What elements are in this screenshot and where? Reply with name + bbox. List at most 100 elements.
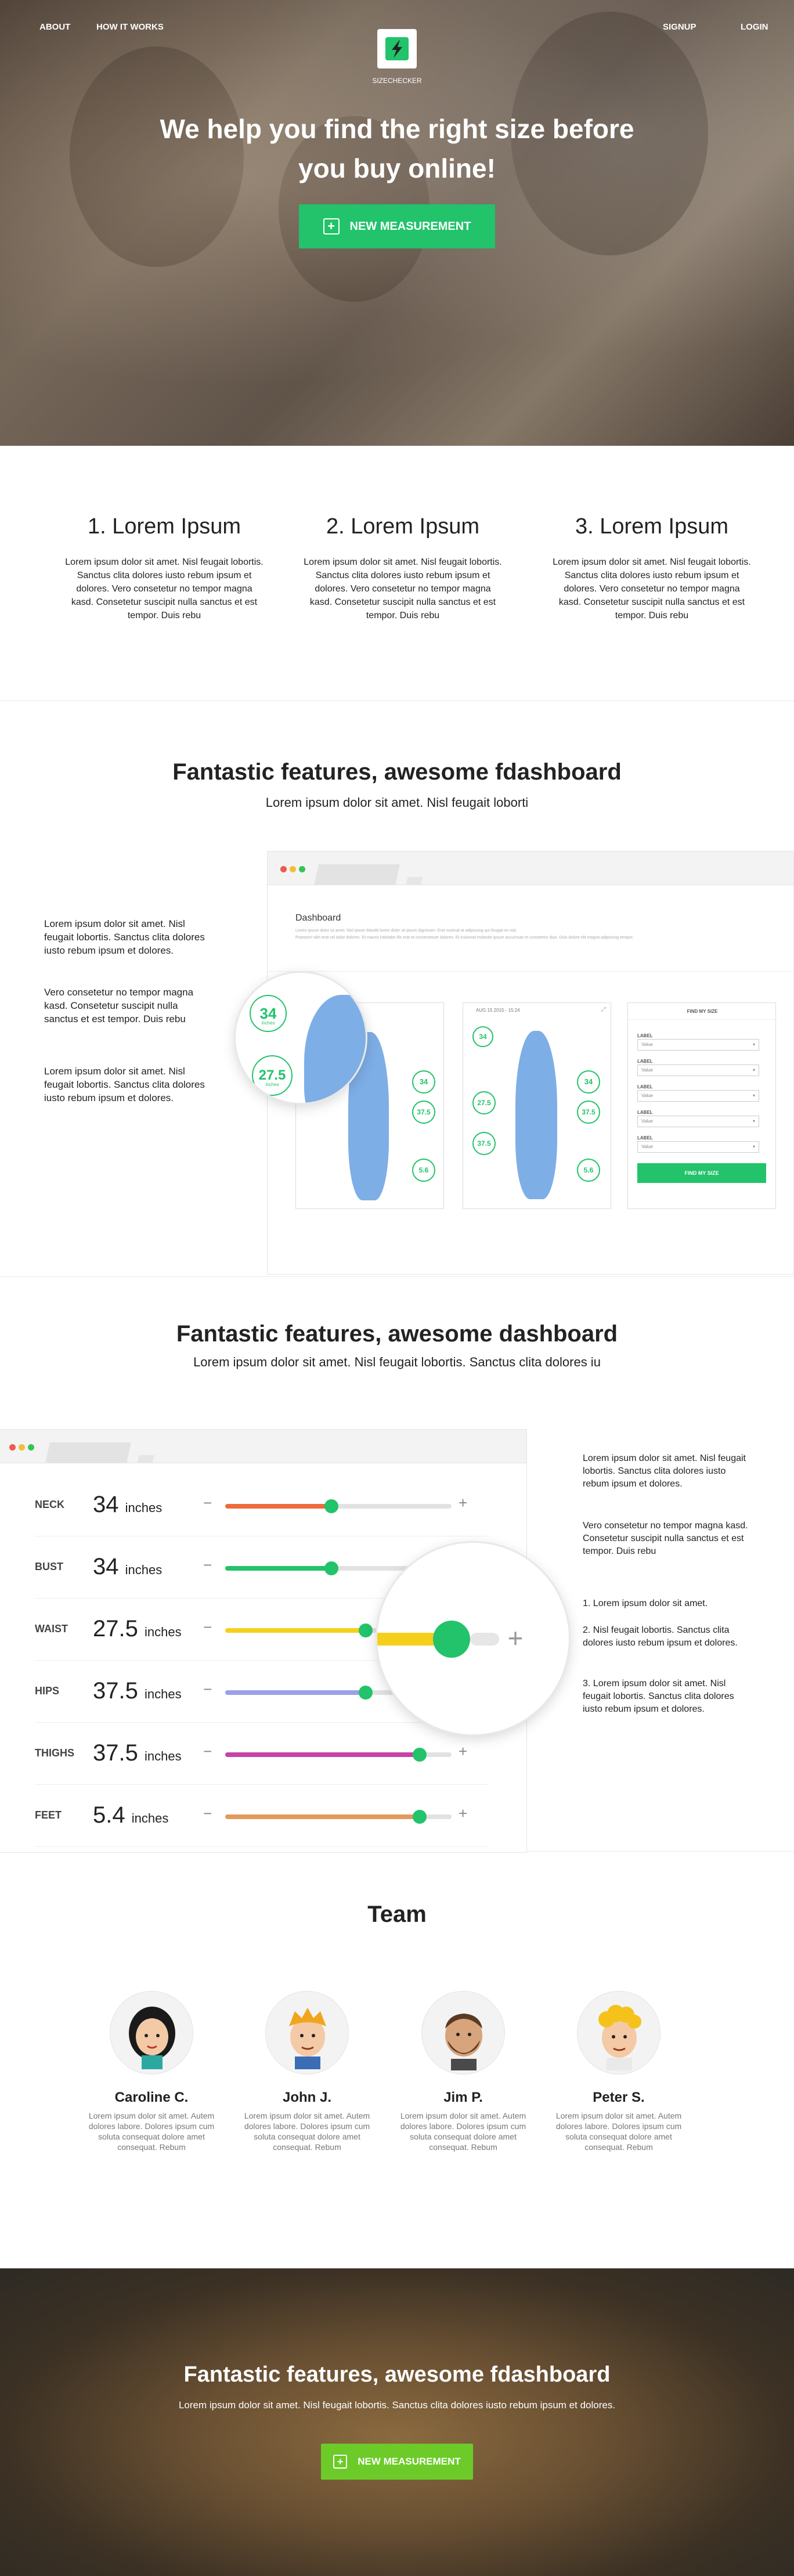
decrement-icon[interactable]: − [203,1494,212,1512]
select-value: Value [641,1119,653,1124]
step-item: 3. Lorem Ipsum Lorem ipsum dolor sit ame… [544,514,759,622]
unit-label: inches [265,1082,279,1087]
features-measurements-section: Fantastic features, awesome dashboard Lo… [0,1277,794,1853]
section-title: Fantastic features, awesome fdashboard [172,759,622,785]
slider-knob[interactable] [324,1499,339,1513]
zoomed-track [470,1633,499,1646]
measurement-label: FEET [35,1809,62,1821]
minimize-dot-icon [290,866,296,872]
measurement-unit: inches [125,1500,163,1515]
nav-about-link[interactable]: ABOUT [39,22,70,32]
measurement-unit: inches [144,1749,182,1763]
increment-icon[interactable]: + [459,1805,467,1823]
unit-label: inches [261,1020,275,1026]
measurement-label: THIGHS [35,1747,75,1759]
avatar-caroline [110,1991,193,2074]
find-my-size-panel: FIND MY SIZE LABEL Value ▾ LABEL Value ▾ L… [627,1002,777,1209]
avatar-jim [421,1991,505,2074]
lightning-logo-icon [385,37,409,60]
logo[interactable] [377,29,417,68]
increment-icon[interactable]: + [459,1494,467,1512]
slider-knob[interactable] [358,1623,373,1637]
measurement-slider[interactable] [225,1810,452,1824]
member-bio: Lorem ipsum dolor sit amet. Autem dolore… [244,2111,370,2152]
slider-fill [225,1504,332,1509]
find-my-size-button[interactable]: FIND MY SIZE [637,1163,766,1183]
zoomed-plus-icon[interactable]: + [498,1621,533,1655]
measurement-label: BUST [35,1561,63,1572]
slider-knob[interactable] [358,1686,373,1700]
size-select[interactable]: Value ▾ [637,1141,759,1153]
slider-knob[interactable] [413,1748,427,1762]
zoom-magnifier: 34 inches 27.5 inches [236,973,366,1103]
slider-fill [225,1752,420,1757]
feature-text: 3. Lorem ipsum dolor sit amet. Nisl feug… [583,1679,734,1714]
avatar-john [265,1991,349,2074]
measurement-slider[interactable] [225,1748,452,1762]
feature-text: 1. Lorem ipsum dolor sit amet. [583,1599,708,1608]
slider-knob[interactable] [413,1810,427,1824]
panel-title: FIND MY SIZE [687,1009,718,1014]
measurement-card[interactable]: AUG 15 2015 - 15:24 ⤢ 34 34 27.5 37.5 37… [463,1002,611,1209]
expand-icon[interactable]: ⤢ [601,1006,606,1013]
value-circle: 27.5 [472,1091,496,1114]
new-tab [406,877,423,885]
new-tab [137,1455,154,1463]
decrement-icon[interactable]: − [203,1680,212,1698]
features-dashboard-section: Fantastic features, awesome fdashboard L… [0,701,794,1277]
measurement-label: NECK [35,1499,65,1510]
team-member: John J. Lorem ipsum dolor sit amet. Aute… [240,1991,374,2152]
field-label: LABEL [637,1110,653,1115]
nav-how-it-works-link[interactable]: HOW IT WORKS [96,22,164,32]
size-select[interactable]: Value ▾ [637,1116,759,1127]
team-member: Peter S. Lorem ipsum dolor sit amet. Aut… [552,1991,685,2152]
maximize-dot-icon [28,1444,34,1451]
zoomed-slider-knob[interactable] [433,1621,470,1658]
member-name: Jim P. [443,2090,483,2105]
measurement-value: 5.4 inches [93,1802,168,1828]
measurement-number: 34 [93,1492,119,1517]
chevron-down-icon: ▾ [752,1042,755,1047]
brand-name: SIZECHECKER [372,77,422,85]
slider-fill [225,1566,332,1571]
size-select[interactable]: Value ▾ [637,1090,759,1102]
man-curly-avatar-icon [598,2005,641,2070]
select-value: Value [641,1042,653,1047]
measurement-slider[interactable] [225,1499,452,1513]
size-select[interactable]: Value ▾ [637,1065,759,1076]
close-dot-icon [280,866,287,872]
measurement-value: 37.5 inches [93,1740,182,1766]
measurement-unit: inches [144,1687,182,1701]
decrement-icon[interactable]: − [203,1805,212,1823]
feature-text: Lorem ipsum dolor sit amet. Nisl feugait… [583,1453,746,1489]
new-measurement-button[interactable]: + NEW MEASUREMENT [299,204,495,248]
steps-section: 1. Lorem Ipsum Lorem ipsum dolor sit ame… [0,446,794,701]
field-label: LABEL [637,1084,653,1089]
new-measurement-label: NEW MEASUREMENT [349,219,471,233]
measurement-row: NECK 34 inches − + [35,1474,488,1536]
slider-fill [225,1690,366,1695]
value-circle: 37.5 [577,1101,600,1124]
select-value: Value [641,1093,653,1098]
measurement-value: 37.5 inches [93,1678,182,1704]
size-select[interactable]: Value ▾ [637,1039,759,1051]
decrement-icon[interactable]: − [203,1618,212,1636]
slider-knob[interactable] [324,1561,339,1575]
step-item: 2. Lorem Ipsum Lorem ipsum dolor sit ame… [295,514,510,622]
waist-value-circle: 27.5 [252,1055,293,1096]
member-name: Peter S. [593,2090,645,2105]
section-subtitle: Lorem ipsum dolor sit amet. Nisl feugait… [265,795,529,810]
chevron-down-icon: ▾ [752,1093,755,1098]
decrement-icon[interactable]: − [203,1556,212,1574]
nav-signup-link[interactable]: SIGNUP [663,22,696,32]
increment-icon[interactable]: + [459,1742,467,1760]
measurement-label: HIPS [35,1685,60,1697]
plus-icon: + [333,2455,348,2469]
feature-text: Vero consetetur no tempor magna kasd. Co… [44,987,194,1024]
nav-login-link[interactable]: LOGIN [741,22,768,32]
decrement-icon[interactable]: − [203,1742,212,1760]
cta-new-measurement-button[interactable]: + NEW MEASUREMENT [321,2444,473,2480]
member-name: John J. [282,2090,331,2105]
chevron-down-icon: ▾ [752,1119,755,1124]
divider [628,1019,777,1020]
